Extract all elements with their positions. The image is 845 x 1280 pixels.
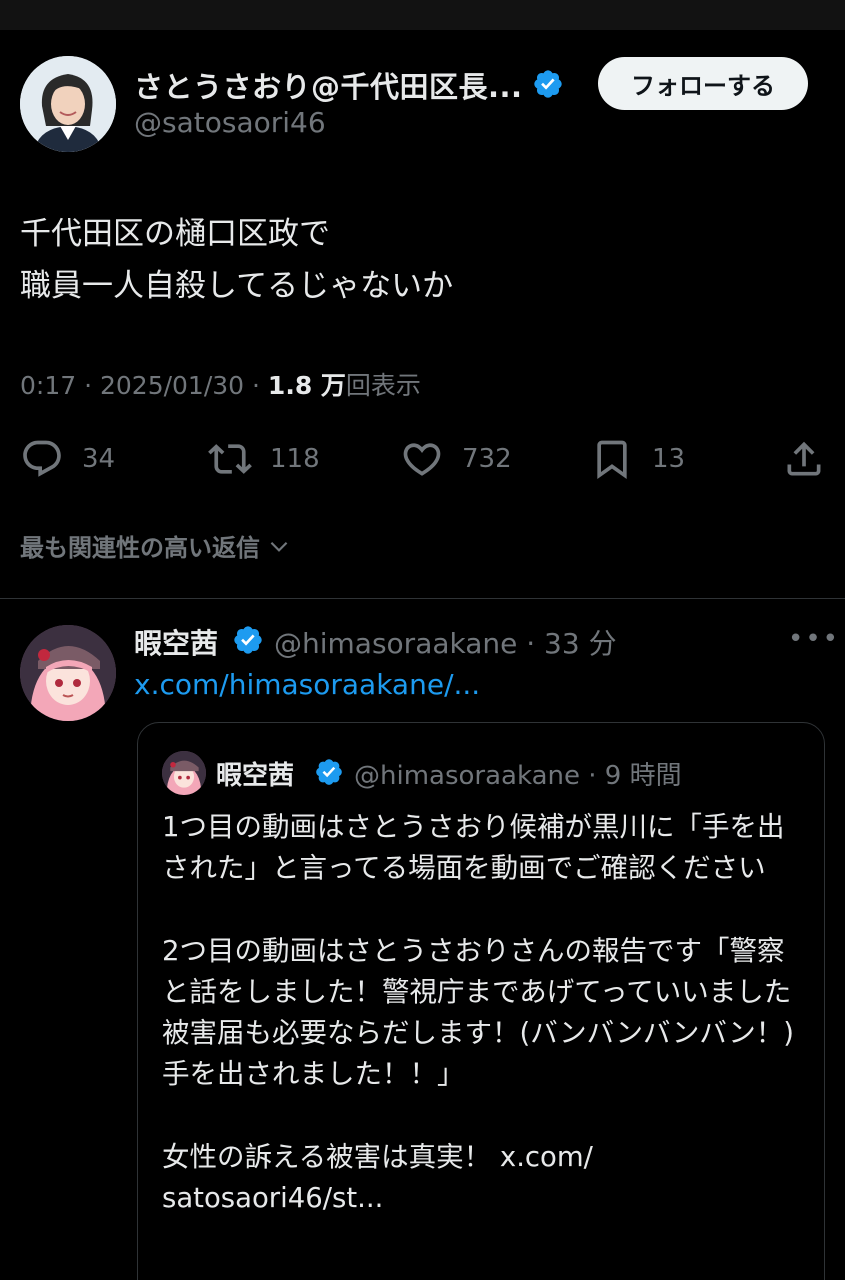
tweet-text: 千代田区の樋口区政で 職員一人自殺してるじゃないか	[20, 216, 454, 304]
reply-sort-dropdown[interactable]: 最も関連性の高い返信	[20, 528, 292, 563]
quote-handle-time: @himasoraakane · 9 時間	[354, 761, 682, 791]
reply-icon	[23, 440, 61, 477]
repost-button[interactable]: 118	[208, 437, 320, 481]
reply-sort-label: 最も関連性の高い返信	[20, 534, 260, 562]
more-icon[interactable]: •••	[788, 624, 840, 654]
like-icon	[403, 443, 441, 476]
quoted-tweet-card[interactable]: 暇空茜 @himasoraakane · 9 時間 1つ目の動画はさとうさおり候…	[137, 722, 825, 1280]
reply-button[interactable]: 34	[20, 437, 115, 481]
quote-text: 1つ目の動画はさとうさおり候補が黒川に「手を出された」と言ってる場面を動画でご確…	[162, 811, 794, 1214]
verified-badge-icon	[534, 70, 562, 98]
author-avatar[interactable]	[20, 56, 116, 152]
follow-button[interactable]: フォローする	[598, 57, 808, 110]
view-count: 1.8 万	[267, 371, 346, 400]
reply-author-name[interactable]: 暇空茜	[134, 622, 218, 662]
repost-count: 118	[270, 444, 320, 474]
bookmark-button[interactable]: 13	[590, 437, 685, 481]
share-icon	[787, 441, 821, 476]
quote-avatar-image	[162, 751, 206, 795]
reply-avatar[interactable]	[20, 625, 116, 721]
reply-avatar-image	[20, 625, 116, 721]
verified-badge-icon	[234, 626, 262, 654]
divider	[0, 598, 845, 599]
bookmark-icon	[597, 440, 627, 480]
quote-avatar	[162, 751, 206, 795]
chevron-down-icon	[270, 541, 288, 552]
tweet-meta: 0:17 · 2025/01/30 · 1.8 万回表示	[20, 366, 421, 402]
view-label: 回表示	[345, 371, 421, 400]
bookmark-count: 13	[652, 444, 686, 474]
reply-link[interactable]: x.com/himasoraakane/...	[134, 668, 480, 701]
quote-author-name: 暇空茜	[216, 761, 295, 791]
repost-icon	[208, 444, 252, 474]
reply-count: 34	[82, 444, 116, 474]
verified-badge-icon	[316, 759, 342, 785]
like-count: 732	[462, 444, 512, 474]
author-avatar-image	[20, 56, 116, 152]
status-bar	[0, 0, 845, 30]
tweet-timestamp[interactable]: 0:17 · 2025/01/30 ·	[20, 371, 268, 400]
author-handle[interactable]: @satosaori46	[134, 106, 326, 139]
share-button[interactable]	[782, 437, 826, 481]
like-button[interactable]: 732	[400, 437, 512, 481]
reply-handle-time[interactable]: @himasoraakane · 33 分	[274, 622, 617, 662]
author-name[interactable]: さとうさおり@千代田区長...	[134, 64, 523, 106]
